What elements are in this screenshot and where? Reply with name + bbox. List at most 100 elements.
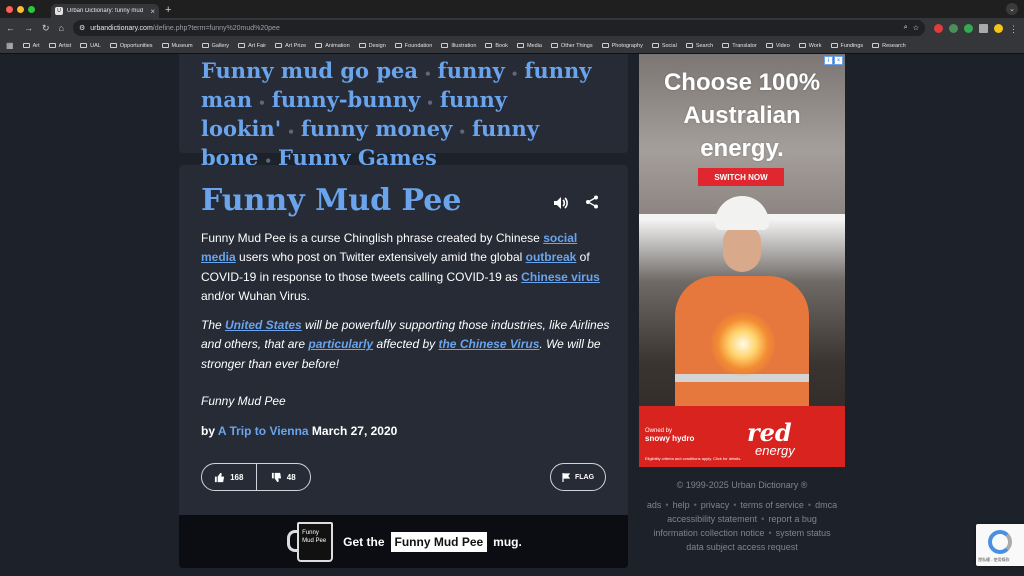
- bookmark-folder[interactable]: Design: [358, 43, 386, 49]
- bookmark-label: Illustration: [451, 42, 477, 49]
- downvote-button[interactable]: 48: [255, 464, 311, 490]
- speaker-icon[interactable]: [553, 195, 569, 211]
- footer-link[interactable]: terms of service: [740, 500, 804, 510]
- bookmark-folder[interactable]: Other Things: [550, 42, 593, 49]
- address-bar[interactable]: ⚙ urbandictionary.com/define.php?term=fu…: [72, 20, 925, 36]
- bookmark-folder[interactable]: Opportunities: [109, 43, 153, 49]
- menu-kebab-icon[interactable]: ⋮: [1009, 24, 1018, 34]
- maximize-window-button[interactable]: [28, 5, 35, 13]
- folder-icon: [358, 43, 366, 48]
- apps-grid-icon[interactable]: ▦: [6, 41, 14, 50]
- bookmark-folder[interactable]: Translator: [722, 43, 757, 49]
- bookmark-folder[interactable]: Social: [651, 43, 677, 49]
- folder-icon: [765, 43, 773, 48]
- separator-dot: •: [258, 96, 266, 110]
- link-united-states[interactable]: United States: [225, 318, 302, 332]
- close-window-button[interactable]: [6, 5, 13, 13]
- recaptcha-text[interactable]: 隱私權 - 使用條款: [978, 557, 1010, 563]
- related-terms: Funny mud go pea • funny • funny man • funny-b…: [201, 58, 606, 174]
- link-outbreak[interactable]: outbreak: [526, 250, 577, 264]
- ad-switch-now-button[interactable]: SWITCH NOW: [698, 168, 784, 186]
- link-the-chinese-virus[interactable]: the Chinese Virus: [438, 337, 539, 351]
- bookmark-folder[interactable]: Photography: [601, 42, 643, 49]
- profile-avatar-icon[interactable]: [994, 23, 1003, 33]
- related-terms-card: Funny mud go pea • funny • funny man • funny-b…: [179, 54, 628, 170]
- bookmark-folder[interactable]: Fundings: [830, 43, 863, 49]
- footer-link[interactable]: ads: [647, 500, 662, 510]
- bookmark-folder[interactable]: Search: [685, 43, 713, 49]
- flag-button[interactable]: FLAG: [550, 463, 606, 491]
- bookmark-folder[interactable]: UAL: [80, 43, 101, 49]
- bookmark-folder[interactable]: Work: [798, 43, 822, 49]
- bookmark-folder[interactable]: Media: [516, 43, 542, 49]
- ad-owned-by: Owned by snowy hydro: [645, 428, 694, 443]
- footer-link[interactable]: system status: [776, 528, 831, 538]
- minimize-window-button[interactable]: [17, 5, 24, 13]
- bookmark-folder[interactable]: Gallery: [201, 43, 229, 49]
- folder-icon: [161, 43, 169, 48]
- bookmark-folder[interactable]: Art: [22, 43, 40, 49]
- extension-red-icon[interactable]: [934, 23, 943, 33]
- link-chinese-virus[interactable]: Chinese virus: [521, 270, 600, 284]
- bookmark-label: Research: [882, 42, 906, 49]
- author-link[interactable]: A Trip to Vienna: [218, 424, 309, 438]
- tab-search-chevron-icon[interactable]: ⌄: [1006, 3, 1018, 15]
- folder-icon: [485, 43, 493, 48]
- extension-green2-icon[interactable]: [964, 23, 973, 33]
- related-term-link[interactable]: Funny mud go pea: [201, 58, 418, 83]
- bookmark-folder[interactable]: Foundation: [394, 43, 432, 49]
- definition-word[interactable]: Funny Mud Pee: [201, 183, 461, 218]
- footer-link[interactable]: report a bug: [768, 514, 817, 524]
- home-icon[interactable]: ⌂: [59, 23, 64, 33]
- bookmark-label: Other Things: [560, 42, 593, 49]
- ad-choices[interactable]: i ×: [824, 56, 843, 65]
- zoom-icon[interactable]: ⌕: [904, 24, 908, 32]
- advertisement[interactable]: Choose 100% Australian energy. SWITCH NO…: [639, 54, 845, 467]
- bookmark-folder[interactable]: Book: [485, 43, 508, 49]
- bookmark-folder[interactable]: Art Prize: [275, 43, 306, 49]
- recaptcha-logo-icon: [988, 530, 1012, 554]
- footer-link[interactable]: dmca: [815, 500, 837, 510]
- bookmark-folder[interactable]: Art Fair: [238, 43, 266, 49]
- footer-link[interactable]: data subject access request: [686, 542, 798, 552]
- definition-meaning: Funny Mud Pee is a curse Chinglish phras…: [201, 229, 611, 307]
- browser-tab[interactable]: U Urban Dictionary: funny mud ×: [51, 4, 159, 18]
- bookmark-label: Art Fair: [248, 42, 267, 49]
- recaptcha-badge[interactable]: 隱私權 - 使用條款: [976, 524, 1024, 566]
- site-info-icon[interactable]: ⚙: [79, 24, 85, 32]
- bookmark-folder[interactable]: Video: [765, 43, 790, 49]
- bookmark-folder[interactable]: Animation: [315, 43, 350, 49]
- ad-close-icon[interactable]: ×: [834, 56, 843, 65]
- forward-arrow-icon[interactable]: →: [24, 23, 33, 33]
- upvote-button[interactable]: 168: [202, 464, 256, 490]
- footer-link[interactable]: information collection notice: [653, 528, 764, 538]
- ad-info-icon[interactable]: i: [824, 56, 833, 65]
- footer-link[interactable]: accessibility statement: [667, 514, 757, 524]
- thumbs-down-icon: [271, 472, 281, 482]
- related-term-link[interactable]: funny-bunny: [272, 87, 420, 112]
- flag-label: FLAG: [574, 473, 595, 481]
- link-particularly[interactable]: particularly: [308, 337, 373, 351]
- bookmark-label: Photography: [611, 42, 643, 49]
- folder-icon: [722, 43, 730, 48]
- related-term-link[interactable]: funny: [438, 58, 505, 83]
- bookmark-folder[interactable]: Research: [872, 43, 906, 49]
- footer-link[interactable]: help: [673, 500, 690, 510]
- bookmark-star-icon[interactable]: ☆: [913, 24, 919, 32]
- meaning-text: Funny Mud Pee is a curse Chinglish phras…: [201, 231, 544, 245]
- bookmark-folder[interactable]: Illustration: [441, 43, 476, 49]
- share-icon[interactable]: [585, 195, 599, 209]
- reload-icon[interactable]: ↻: [42, 23, 50, 34]
- bookmark-folder[interactable]: Artist: [48, 43, 71, 49]
- mug-promo-bar[interactable]: Funny Mud Pee Get the Funny Mud Pee mug.: [179, 515, 628, 568]
- new-tab-icon[interactable]: +: [165, 4, 171, 16]
- bookmark-folder[interactable]: Museum: [161, 43, 193, 49]
- extensions-puzzle-icon[interactable]: [979, 23, 988, 33]
- close-tab-icon[interactable]: ×: [150, 7, 155, 16]
- footer-link[interactable]: privacy: [701, 500, 730, 510]
- related-term-link[interactable]: funny money: [301, 116, 452, 141]
- owner-logo: snowy hydro: [645, 434, 695, 443]
- extension-green-icon[interactable]: [949, 23, 958, 33]
- footer-links-row: ads • help • privacy • terms of service • dmca: [639, 498, 845, 512]
- back-arrow-icon[interactable]: ←: [6, 23, 15, 33]
